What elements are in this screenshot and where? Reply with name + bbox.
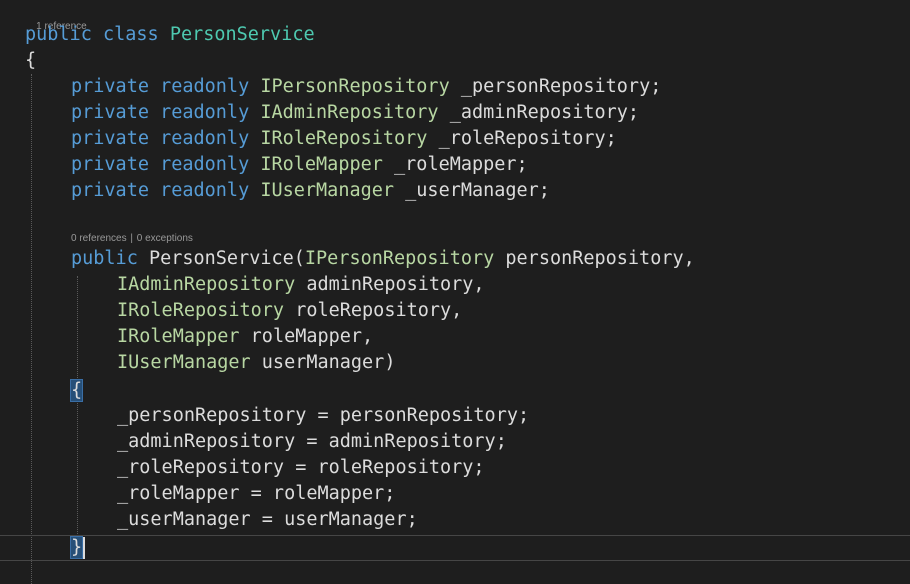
field-type: IUserManager: [260, 180, 395, 201]
keyword-private: private: [71, 180, 149, 201]
field-type: IRoleMapper: [260, 154, 383, 175]
param-line[interactable]: IRoleRepository roleRepository,: [117, 298, 462, 324]
keyword-public: public: [71, 248, 138, 269]
code-editor[interactable]: 1 reference public class PersonService {…: [0, 0, 910, 584]
indent-guide: [31, 74, 32, 584]
assignment-line[interactable]: _adminRepository = adminRepository;: [117, 429, 507, 455]
codelens-separator: |: [130, 233, 133, 244]
field-type: IAdminRepository: [260, 102, 439, 123]
field-name: _adminRepository;: [449, 102, 640, 123]
field-type: IRoleRepository: [260, 128, 428, 149]
keyword-private: private: [71, 76, 149, 97]
assignment-line[interactable]: _userManager = userManager;: [117, 507, 418, 533]
constructor-name: PersonService(: [148, 248, 305, 269]
param-name: roleMapper,: [250, 326, 374, 347]
field-type: IPersonRepository: [260, 76, 450, 97]
class-open-brace-line[interactable]: {: [25, 48, 36, 74]
keyword-private: private: [71, 154, 149, 175]
constructor-close-brace-line[interactable]: }: [69, 535, 84, 561]
keyword-readonly: readonly: [160, 128, 250, 149]
assignment-statement: _roleMapper = roleMapper;: [117, 483, 396, 504]
param-name: personRepository,: [505, 248, 695, 269]
field-name: _roleMapper;: [394, 154, 528, 175]
keyword-class: class: [102, 24, 159, 45]
field-line[interactable]: private readonly IPersonRepository _pers…: [71, 74, 661, 100]
field-line[interactable]: private readonly IAdminRepository _admin…: [71, 100, 639, 126]
keyword-private: private: [71, 102, 149, 123]
assignment-statement: _userManager = userManager;: [117, 509, 418, 530]
param-name: adminRepository,: [306, 274, 485, 295]
assignment-statement: _roleRepository = roleRepository;: [117, 457, 485, 478]
class-declaration-line[interactable]: public class PersonService: [25, 22, 315, 48]
keyword-readonly: readonly: [160, 76, 250, 97]
keyword-readonly: readonly: [160, 102, 250, 123]
indent-guide: [77, 276, 78, 556]
assignment-statement: _personRepository = personRepository;: [117, 405, 530, 426]
param-type: IAdminRepository: [117, 274, 296, 295]
constructor-open-brace-line[interactable]: {: [69, 378, 84, 404]
class-name: PersonService: [169, 24, 315, 45]
assignment-statement: _adminRepository = adminRepository;: [117, 431, 507, 452]
keyword-readonly: readonly: [160, 154, 250, 175]
constructor-signature-line[interactable]: public PersonService(IPersonRepository p…: [71, 246, 695, 272]
field-name: _personRepository;: [460, 76, 662, 97]
constructor-close-brace: }: [69, 536, 84, 559]
assignment-line[interactable]: _personRepository = personRepository;: [117, 403, 529, 429]
field-line[interactable]: private readonly IUserManager _userManag…: [71, 178, 550, 204]
param-line[interactable]: IAdminRepository adminRepository,: [117, 272, 485, 298]
keyword-private: private: [71, 128, 149, 149]
param-type: IUserManager: [117, 352, 251, 373]
field-line[interactable]: private readonly IRoleRepository _roleRe…: [71, 126, 617, 152]
constructor-open-brace: {: [69, 379, 84, 402]
param-type: IRoleRepository: [117, 300, 285, 321]
assignment-line[interactable]: _roleRepository = roleRepository;: [117, 455, 485, 481]
keyword-public: public: [25, 24, 92, 45]
constructor-references-label[interactable]: 0 references: [71, 233, 127, 244]
codelens-constructor: 0 references | 0 exceptions: [71, 233, 193, 245]
current-line-highlight: [0, 535, 910, 561]
param-type: IPersonRepository: [304, 248, 495, 269]
keyword-readonly: readonly: [160, 180, 250, 201]
param-type: IRoleMapper: [117, 326, 240, 347]
param-line[interactable]: IRoleMapper roleMapper,: [117, 324, 373, 350]
field-name: _roleRepository;: [438, 128, 617, 149]
param-line[interactable]: IUserManager userManager): [117, 350, 395, 376]
param-name: roleRepository,: [295, 300, 463, 321]
field-name: _userManager;: [405, 180, 550, 201]
field-line[interactable]: private readonly IRoleMapper _roleMapper…: [71, 152, 528, 178]
assignment-line[interactable]: _roleMapper = roleMapper;: [117, 481, 395, 507]
constructor-exceptions-label[interactable]: 0 exceptions: [137, 233, 193, 244]
class-open-brace: {: [25, 50, 37, 71]
text-cursor: [83, 537, 85, 559]
param-name: userManager): [261, 352, 396, 373]
